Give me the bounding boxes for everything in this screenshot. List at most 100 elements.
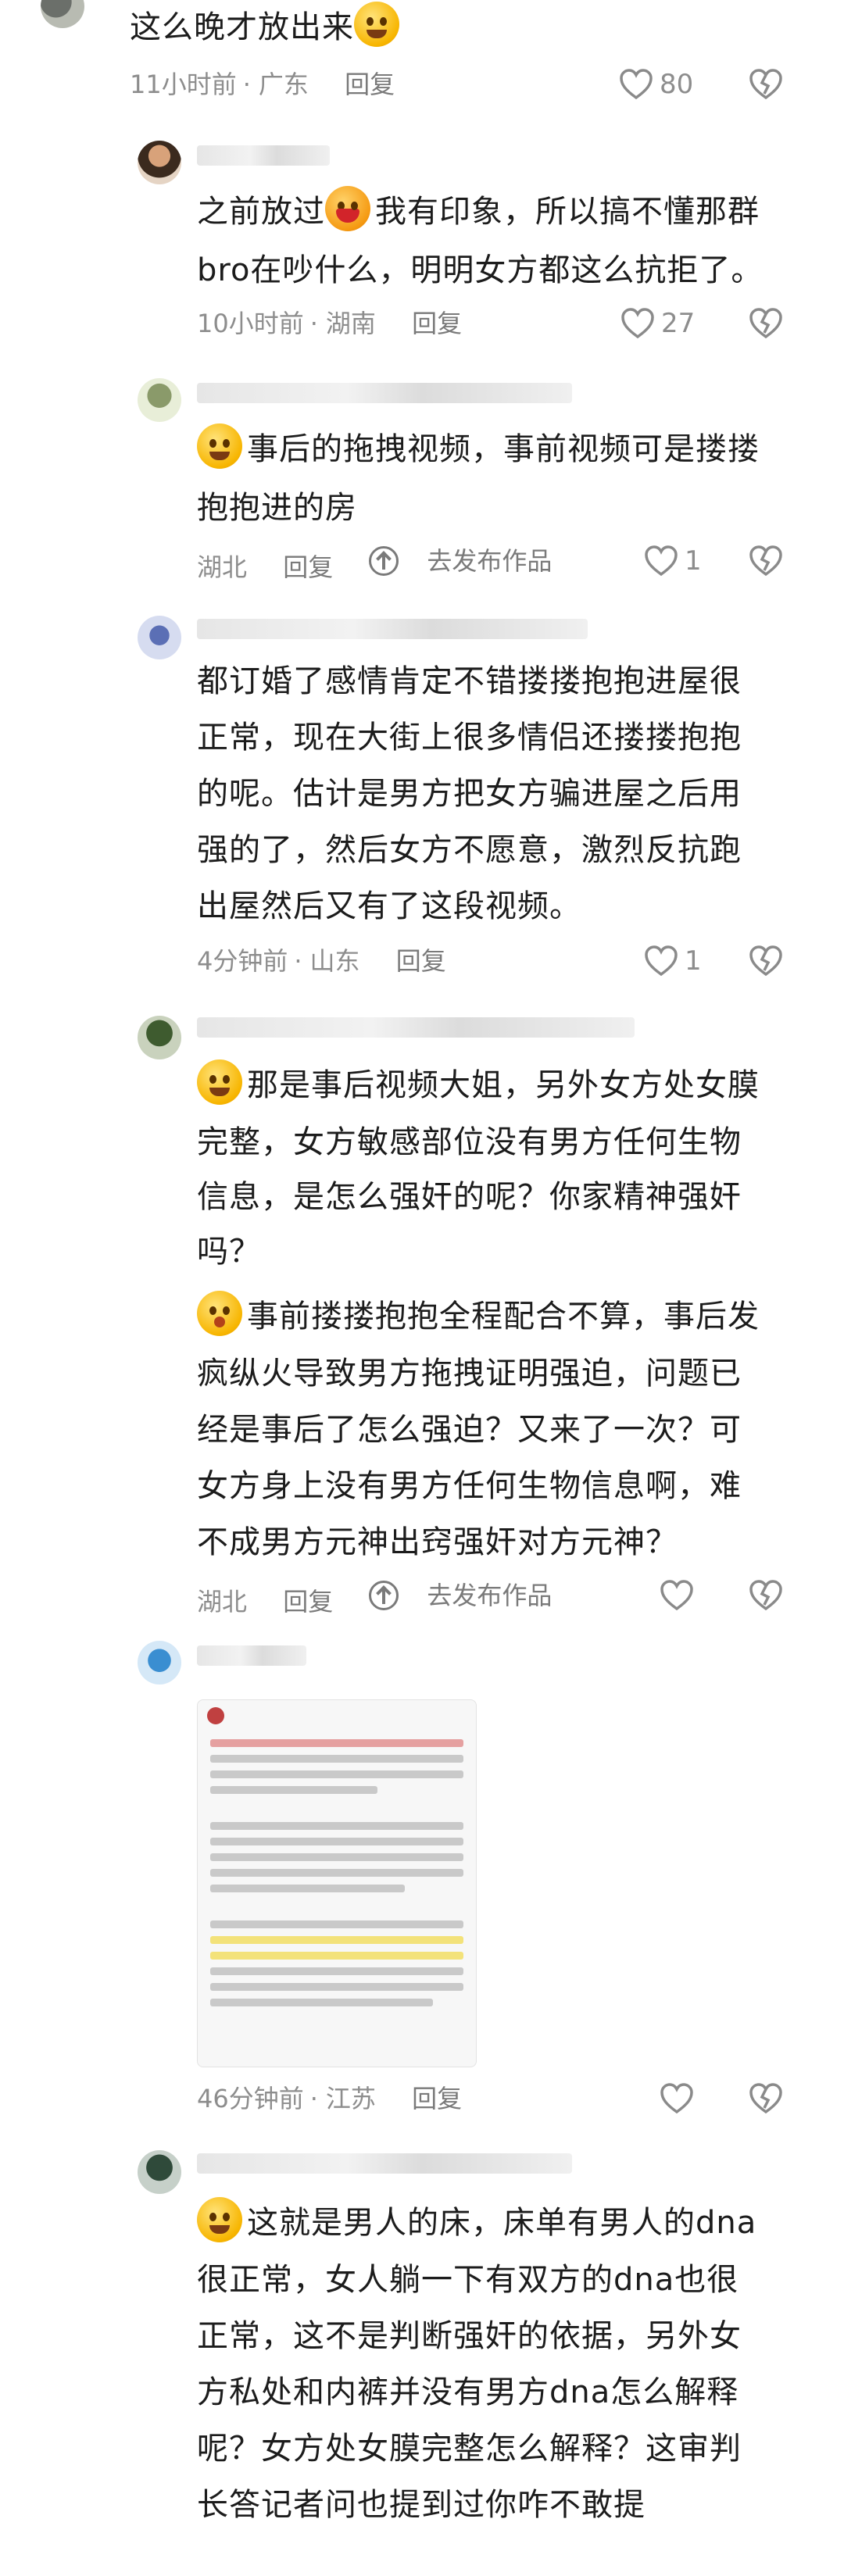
dislike-button[interactable] xyxy=(749,944,783,978)
reply-button[interactable]: 回复 xyxy=(345,70,395,99)
avatar[interactable] xyxy=(138,2150,181,2194)
image-text-line xyxy=(210,1885,406,1892)
upload-circle-icon xyxy=(369,546,399,576)
reply-button[interactable]: 回复 xyxy=(396,946,446,976)
comment-meta: 46分钟前 · 江苏 回复 xyxy=(197,2084,463,2113)
attached-document-image[interactable] xyxy=(197,1699,477,2067)
username[interactable] xyxy=(197,619,588,639)
image-text-line xyxy=(210,1967,463,1975)
comment-text-line: 完整，女方敏感部位没有男方任何生物 xyxy=(197,1124,742,1160)
avatar[interactable] xyxy=(138,378,181,422)
location: 山东 xyxy=(309,946,360,976)
comment-text: 这么晚才放出来 xyxy=(130,9,354,45)
broken-heart-icon xyxy=(749,945,782,977)
like-button[interactable]: 27 xyxy=(620,306,695,341)
comment-text-line: 方私处和内裤并没有男方dna怎么解释 xyxy=(197,2374,739,2410)
image-text-line xyxy=(210,1755,463,1763)
reply-button[interactable]: 回复 xyxy=(412,309,462,338)
image-text-line xyxy=(210,1739,463,1747)
post-work-link[interactable]: 去发布作品 xyxy=(369,545,580,577)
image-text-line xyxy=(210,1869,463,1877)
comment-text: 事后的拖拽视频，事前视频可是搂搂 xyxy=(247,431,760,467)
comment-meta: 湖北 回复 去发布作品 xyxy=(197,1580,608,1617)
smile-emoji-icon xyxy=(197,423,242,469)
location: 湖北 xyxy=(197,552,248,582)
reply-button[interactable]: 回复 xyxy=(283,552,333,582)
image-text-line xyxy=(210,1999,433,2006)
avatar[interactable] xyxy=(41,0,84,28)
comment-text-line: 的呢。估计是男方把女方骗进屋之后用 xyxy=(197,776,742,812)
heart-outline-icon xyxy=(619,69,653,100)
comment-text: 那是事后视频大姐，另外女方处女膜 xyxy=(247,1067,760,1103)
timestamp: 46分钟前 xyxy=(197,2084,304,2113)
image-highlight-line xyxy=(210,1952,463,1960)
avatar[interactable] xyxy=(138,616,181,659)
dislike-button[interactable] xyxy=(749,1578,783,1613)
like-button[interactable]: 1 xyxy=(644,544,702,578)
timestamp: 11小时前 xyxy=(130,70,237,99)
kiss-emoji-icon xyxy=(197,1291,242,1336)
upload-circle-icon xyxy=(369,1581,399,1610)
image-text-line xyxy=(210,1770,463,1778)
broken-heart-icon xyxy=(749,1580,782,1611)
comment-text-line: 很正常，女人躺一下有双方的dna也很 xyxy=(197,2262,739,2298)
dislike-button[interactable] xyxy=(749,2081,783,2116)
smile-emoji-icon xyxy=(197,2197,242,2242)
location: 湖北 xyxy=(197,1587,248,1617)
post-work-link[interactable]: 去发布作品 xyxy=(369,1580,580,1611)
comment-text: 之前放过 xyxy=(197,194,325,230)
comment-meta: 11小时前 · 广东 回复 xyxy=(130,70,395,99)
comment-text-line: 女方身上没有男方任何生物信息啊，难 xyxy=(197,1468,742,1504)
location: 湖南 xyxy=(325,309,376,338)
dislike-button[interactable] xyxy=(749,544,783,578)
username[interactable] xyxy=(197,2153,572,2174)
reply-button[interactable]: 回复 xyxy=(412,2084,462,2113)
location: 广东 xyxy=(258,70,309,99)
dislike-button[interactable] xyxy=(749,67,783,102)
comment-text-line: 长答记者问也提到过你咋不敢提 xyxy=(197,2487,646,2523)
username[interactable] xyxy=(197,145,330,166)
heart-outline-icon xyxy=(660,2083,694,2114)
image-highlight-line xyxy=(210,1936,463,1944)
comment-text-line: 吗？ xyxy=(197,1234,261,1270)
comment-text-cont: 我有印象，所以搞不懂那群 xyxy=(375,194,760,230)
comment-text-line: 抱抱进的房 xyxy=(197,490,357,526)
like-count: 1 xyxy=(685,945,702,977)
sweat-smile-emoji-icon xyxy=(354,2,399,47)
broken-heart-icon xyxy=(749,2083,782,2114)
image-text-line xyxy=(210,1822,463,1830)
comment-text-line: 强的了，然后女方不愿意，激烈反抗跑 xyxy=(197,832,742,868)
comment-text-line: 正常，现在大街上很多情侣还搂搂抱抱 xyxy=(197,720,742,756)
timestamp: 4分钟前 xyxy=(197,946,288,976)
username[interactable] xyxy=(197,1645,306,1666)
comment-meta: 10小时前 · 湖南 回复 xyxy=(197,309,463,338)
broken-heart-icon xyxy=(749,545,782,577)
location: 江苏 xyxy=(325,2084,376,2113)
broken-heart-icon xyxy=(749,308,782,339)
comment-text-line: 疯纵火导致男方拖拽证明强迫，问题已 xyxy=(197,1356,742,1392)
comment-text-line: 呢？女方处女膜完整怎么解释？这审判 xyxy=(197,2431,742,2467)
like-button[interactable] xyxy=(660,2081,700,2116)
dislike-button[interactable] xyxy=(749,306,783,341)
avatar[interactable] xyxy=(138,1016,181,1059)
comment-text-line: bro在吵什么，明明女方都这么抗拒了。 xyxy=(197,252,764,288)
comment-text: 事前搂搂抱抱全程配合不算，事后发 xyxy=(247,1299,760,1334)
comment-meta: 4分钟前 · 山东 回复 xyxy=(197,946,446,976)
username[interactable] xyxy=(197,1017,635,1038)
comment-text-line: 信息，是怎么强奸的呢？你家精神强奸 xyxy=(197,1179,742,1215)
heart-outline-icon xyxy=(644,545,678,577)
heart-outline-icon xyxy=(620,308,655,339)
image-text-line xyxy=(210,1853,463,1861)
like-button[interactable] xyxy=(660,1578,700,1613)
comment-text-line: 正常，这不是判断强奸的依据，另外女 xyxy=(197,2318,742,2354)
username[interactable] xyxy=(197,383,572,403)
big-laugh-emoji-icon xyxy=(325,186,370,231)
like-button[interactable]: 1 xyxy=(644,944,702,978)
heart-outline-icon xyxy=(644,945,678,977)
avatar[interactable] xyxy=(138,141,181,184)
like-count: 27 xyxy=(661,308,696,339)
reply-button[interactable]: 回复 xyxy=(283,1587,333,1617)
avatar-icon xyxy=(207,1707,224,1724)
avatar[interactable] xyxy=(138,1641,181,1685)
like-button[interactable]: 80 xyxy=(619,67,693,102)
